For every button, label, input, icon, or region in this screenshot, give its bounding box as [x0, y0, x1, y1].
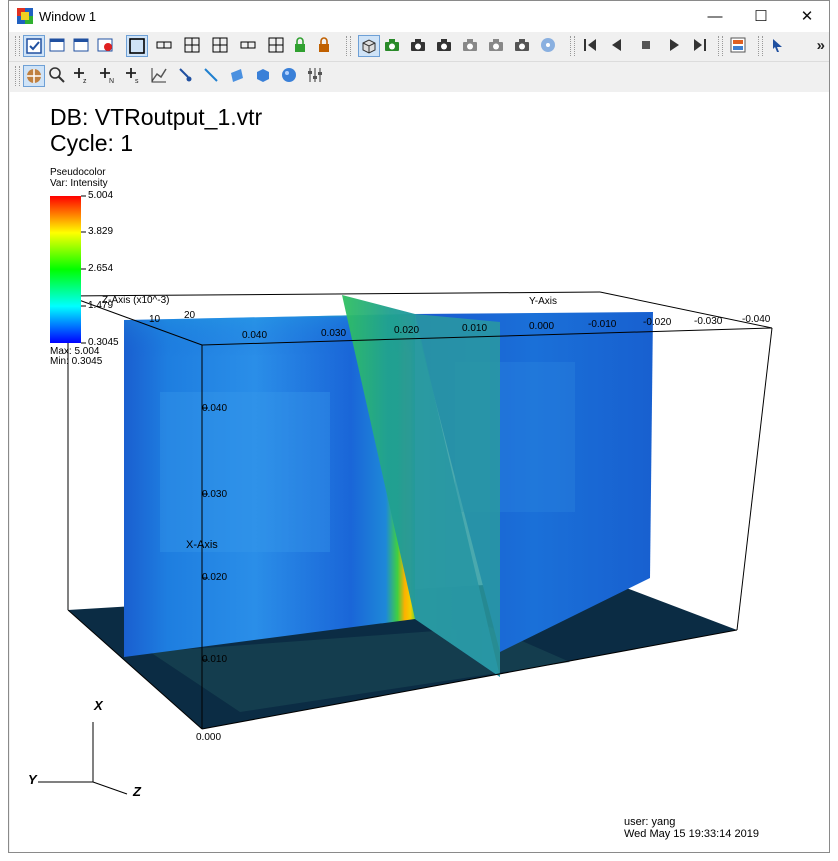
sphere-tool-icon[interactable]: [279, 65, 301, 87]
layout-1x1-icon[interactable]: [126, 35, 148, 57]
camera-print-icon[interactable]: [512, 35, 534, 57]
x-axis-tick: 0.040: [202, 403, 228, 414]
x-axis-tick: 0.030: [202, 489, 228, 500]
navigate-icon[interactable]: [23, 65, 45, 87]
step-back-icon[interactable]: [580, 35, 602, 57]
visit-app-icon: [17, 8, 33, 24]
y-axis-tick: 0.000: [529, 321, 555, 332]
layout-1x2-icon[interactable]: [154, 35, 176, 57]
close-button[interactable]: ✕: [784, 1, 829, 32]
z-axis-title: Z-Axis (x10^-3): [102, 295, 170, 306]
legend-var: Var: Intensity: [50, 178, 108, 189]
camera-save-icon[interactable]: [434, 35, 456, 57]
axis-restriction-icon[interactable]: [305, 65, 327, 87]
legend-title: Pseudocolor: [50, 167, 106, 178]
svg-text:s: s: [135, 78, 139, 85]
zoom-icon[interactable]: [47, 65, 69, 87]
plot-list-icon[interactable]: [728, 35, 750, 57]
legend-min: Min: 0.3045: [50, 356, 103, 367]
triad-z-label: Z: [133, 784, 141, 799]
axis-triad: [38, 722, 128, 795]
y-axis-tick: -0.040: [742, 314, 771, 325]
delete-window-icon[interactable]: [95, 35, 117, 57]
toolbar-overflow-icon[interactable]: »: [817, 37, 825, 54]
spin-icon[interactable]: [382, 35, 404, 57]
clone-window-icon[interactable]: [71, 35, 93, 57]
layout-3x3-icon[interactable]: [266, 35, 288, 57]
stop-icon[interactable]: [636, 35, 658, 57]
x-axis-tick: 0.010: [202, 654, 228, 665]
svg-text:N: N: [109, 78, 114, 85]
toolbar-grip[interactable]: [718, 36, 723, 56]
toolbar-grip[interactable]: [15, 36, 20, 56]
toolbar-grip[interactable]: [758, 36, 763, 56]
interaction-toolbar: z Ns: [9, 62, 829, 91]
maximize-button[interactable]: ☐: [738, 1, 784, 32]
window-title: Window 1: [39, 9, 97, 24]
zone-pick-icon[interactable]: z: [71, 65, 93, 87]
node-pick-icon[interactable]: N: [97, 65, 119, 87]
x-axis-tick: 0.000: [196, 732, 222, 743]
active-window-icon[interactable]: [23, 35, 45, 57]
y-axis-title: Y-Axis: [529, 296, 557, 307]
plane-tool-icon[interactable]: [227, 65, 249, 87]
triad-y-label: Y: [28, 772, 37, 787]
invert-background-icon[interactable]: [538, 35, 560, 57]
y-axis-tick: 0.010: [462, 323, 488, 334]
camera-recent-icon[interactable]: [486, 35, 508, 57]
toolbar-grip[interactable]: [346, 36, 351, 56]
cycle-label: Cycle: 1: [50, 130, 134, 156]
plot-canvas: [38, 195, 773, 795]
y-axis-tick: 0.030: [321, 328, 347, 339]
legend-tick: 3.829: [88, 226, 114, 237]
render-viewport[interactable]: DB: VTRoutput_1.vtr Cycle: 1 Pseudocolor…: [10, 92, 829, 852]
y-axis-tick: -0.030: [694, 316, 723, 327]
db-label: DB: VTRoutput_1.vtr: [50, 104, 263, 130]
point-tool-icon[interactable]: [175, 65, 197, 87]
camera-icon[interactable]: [408, 35, 430, 57]
minimize-button[interactable]: —: [692, 1, 738, 32]
date-label: Wed May 15 19:33:14 2019: [624, 828, 759, 840]
line-tool-icon[interactable]: [201, 65, 223, 87]
set-cursor-icon[interactable]: [768, 35, 790, 57]
legend-tick: 5.004: [88, 190, 114, 201]
visit-viewer-window: Window 1 — ☐ ✕ » z Ns DB: VTRoutput_1.vtr…: [8, 0, 830, 853]
layout-2x3-icon[interactable]: [210, 35, 232, 57]
user-label: user: yang: [624, 816, 676, 828]
lock-time-icon[interactable]: [314, 35, 336, 57]
y-axis-tick: -0.020: [643, 317, 672, 328]
lock-view-icon[interactable]: [290, 35, 312, 57]
spreadsheet-pick-icon[interactable]: s: [123, 65, 145, 87]
new-window-icon[interactable]: [47, 35, 69, 57]
title-bar[interactable]: Window 1 — ☐ ✕: [9, 1, 829, 32]
step-forward-icon[interactable]: [690, 35, 712, 57]
layout-2x2-icon[interactable]: [182, 35, 204, 57]
svg-text:z: z: [83, 78, 87, 85]
z-axis-tick: 20: [184, 310, 196, 321]
play-icon[interactable]: [664, 35, 686, 57]
toolbar-grip[interactable]: [570, 36, 575, 56]
reverse-play-icon[interactable]: [606, 35, 628, 57]
z-axis-tick: 10: [149, 314, 161, 325]
y-axis-tick: 0.040: [242, 330, 268, 341]
legend-tick: 2.654: [88, 263, 114, 274]
legend-colorbar: [50, 196, 81, 343]
x-axis-title: X-Axis: [186, 539, 218, 551]
box-tool-icon[interactable]: [253, 65, 275, 87]
lineout-icon[interactable]: [149, 65, 171, 87]
perspective-icon[interactable]: [358, 35, 380, 57]
layout-2x4-icon[interactable]: [238, 35, 260, 57]
y-axis-tick: 0.020: [394, 325, 420, 336]
triad-x-label: X: [94, 698, 103, 713]
toolbar-grip[interactable]: [15, 66, 20, 86]
x-axis-tick: 0.020: [202, 572, 228, 583]
y-axis-tick: -0.010: [588, 319, 617, 330]
camera-undo-icon[interactable]: [460, 35, 482, 57]
main-toolbar: [9, 32, 829, 62]
